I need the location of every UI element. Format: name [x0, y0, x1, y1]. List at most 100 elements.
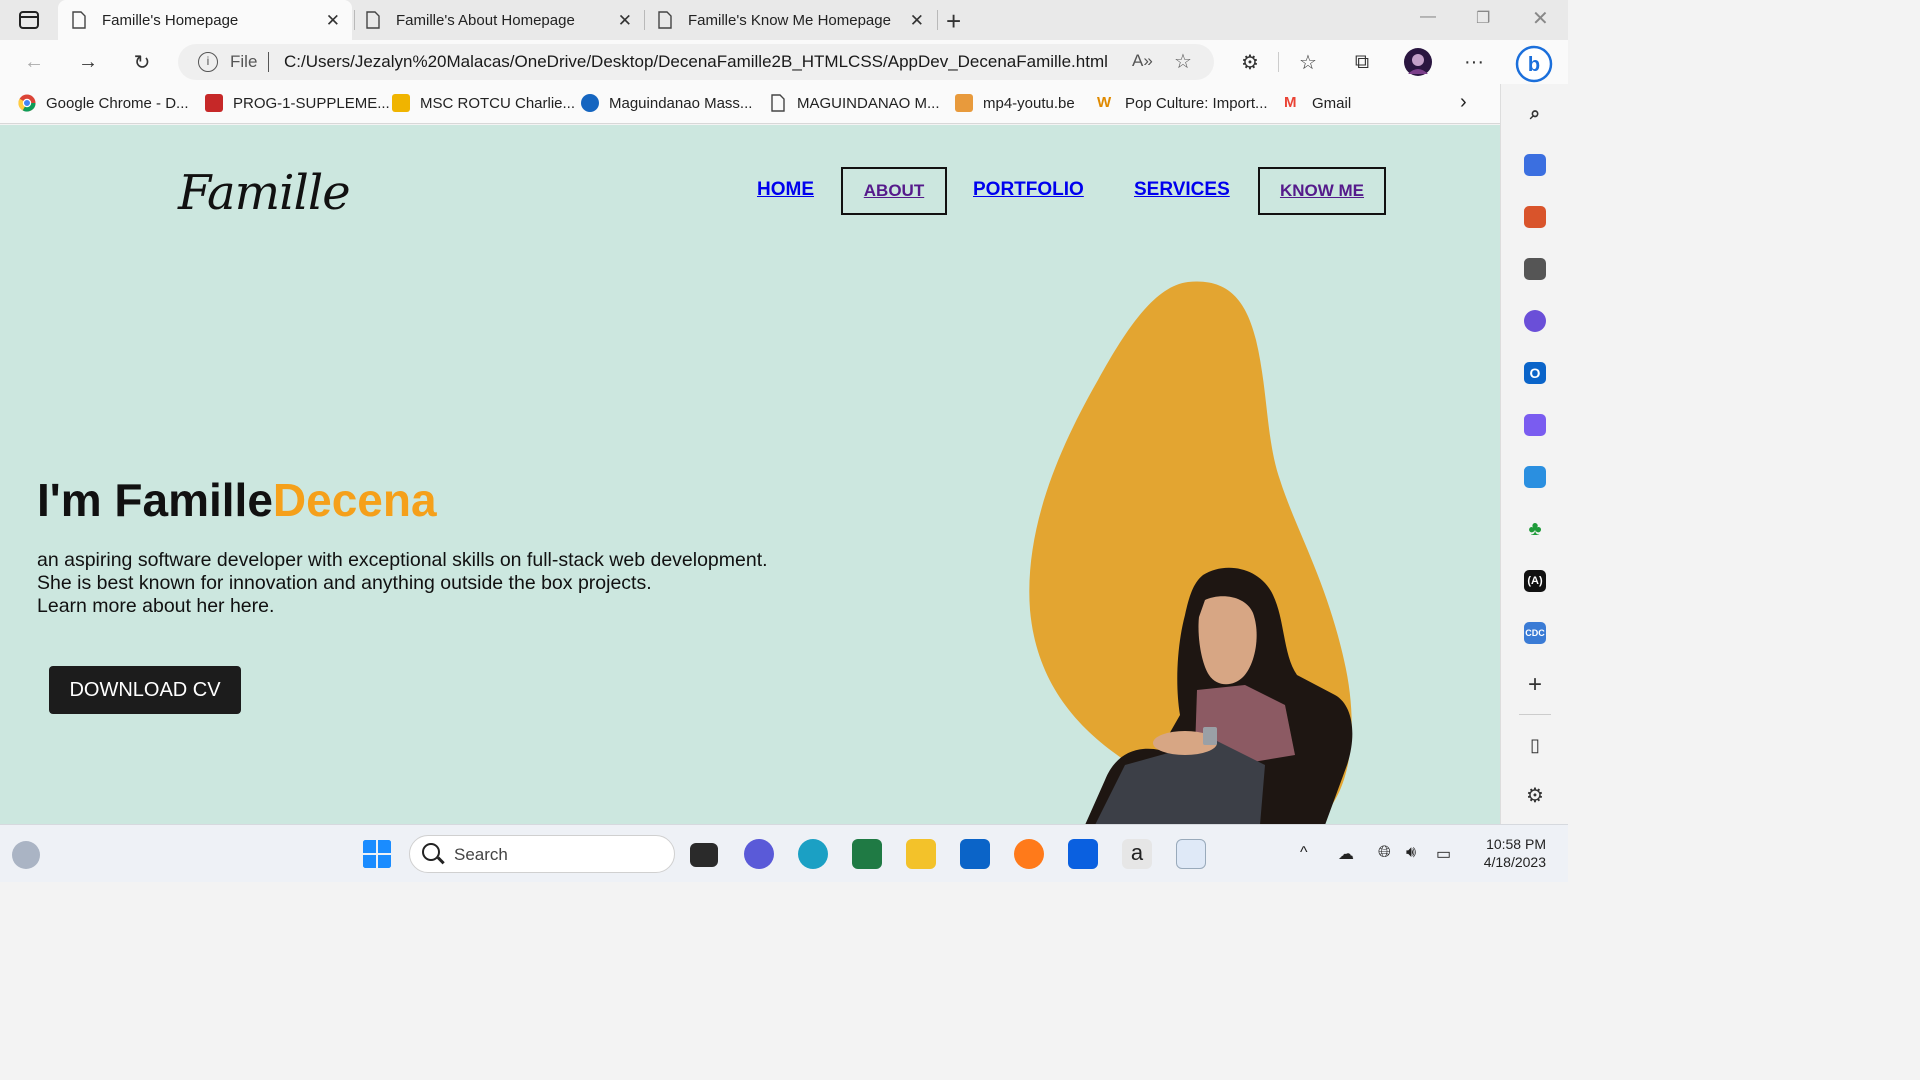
profile-avatar[interactable]	[1404, 48, 1432, 76]
bookmark-item[interactable]: Google Chrome - D...	[18, 94, 189, 112]
windows-taskbar: Search a ^ ☁ 🌐︎ 🔊︎ ▭ 10:58 PM 4/18/2023	[0, 824, 1568, 882]
bookmark-item[interactable]: W Pop Culture: Import...	[1097, 94, 1268, 112]
show-hidden-icons-chevron-icon[interactable]: ^	[1300, 844, 1308, 862]
close-window-button[interactable]: ✕	[1532, 6, 1549, 31]
bookmark-item[interactable]: mp4-youtu.be	[955, 94, 1075, 112]
tab-actions-icon	[19, 11, 39, 29]
taskbar-search-input[interactable]: Search	[409, 835, 675, 873]
onedrive-cloud-icon[interactable]: ☁	[1338, 844, 1354, 864]
new-tab-button[interactable]: +	[946, 6, 961, 37]
firefox-icon[interactable]	[1014, 839, 1044, 869]
windows-start-icon[interactable]	[362, 839, 392, 869]
scheme-label: File	[230, 52, 258, 71]
system-clock[interactable]: 10:58 PM 4/18/2023	[1470, 835, 1546, 871]
snipping-tool-icon[interactable]	[1176, 839, 1206, 869]
tab-actions-button[interactable]	[10, 7, 48, 33]
close-tab-icon[interactable]: ✕	[326, 11, 340, 31]
bookmark-item[interactable]: PROG-1-SUPPLEME...	[205, 94, 390, 112]
site-logo[interactable]: Famille	[178, 165, 351, 221]
shopping-tag-icon[interactable]	[1524, 154, 1546, 176]
excel-icon[interactable]	[852, 839, 882, 869]
amazon-icon[interactable]: a	[1122, 839, 1152, 869]
nav-know-me-link[interactable]: KNOW ME	[1258, 167, 1386, 215]
forward-button[interactable]: →	[74, 48, 102, 76]
bookmark-item[interactable]: M Gmail	[1284, 94, 1351, 112]
games-icon[interactable]	[1524, 258, 1546, 280]
download-cv-button[interactable]: DOWNLOAD CV	[49, 666, 241, 714]
back-button[interactable]: ←	[20, 48, 48, 76]
tab-homepage[interactable]: Famille's Homepage ✕	[58, 0, 352, 40]
hero-title: I'm FamilleDecena	[37, 473, 437, 527]
network-globe-icon[interactable]: 🌐︎	[1378, 844, 1391, 862]
nav-services-link[interactable]: SERVICES	[1134, 179, 1230, 201]
info-icon[interactable]: i	[198, 52, 218, 72]
file-explorer-icon[interactable]	[906, 839, 936, 869]
classroom-icon	[392, 94, 410, 112]
designer-icon[interactable]	[1524, 414, 1546, 436]
svg-text:b: b	[1528, 54, 1540, 76]
task-view-icon[interactable]	[690, 843, 718, 867]
nav-portfolio-link[interactable]: PORTFOLIO	[973, 179, 1084, 201]
search-icon-handle	[437, 856, 445, 864]
tab-know-me-homepage[interactable]: Famille's Know Me Homepage ✕	[644, 0, 936, 40]
microsoft-store-icon[interactable]	[960, 839, 990, 869]
bing-copilot-icon[interactable]: b	[1514, 44, 1554, 84]
close-tab-icon[interactable]: ✕	[910, 11, 924, 31]
tree-icon[interactable]: ♣	[1524, 518, 1546, 540]
edge-browser-icon[interactable]	[798, 839, 828, 869]
tab-title: Famille's Homepage	[102, 11, 239, 29]
profile-photo	[1085, 567, 1353, 824]
favorites-icon[interactable]: ☆	[1294, 48, 1322, 76]
dropbox-icon[interactable]	[1068, 839, 1098, 869]
send-icon[interactable]	[1524, 466, 1546, 488]
weather-widget-icon[interactable]	[12, 841, 40, 869]
extensions-icon[interactable]: ⚙	[1236, 48, 1264, 76]
nav-home-link[interactable]: HOME	[757, 179, 814, 201]
more-bookmarks-chevron-icon[interactable]: ›	[1460, 91, 1467, 114]
toolbar-divider	[1278, 52, 1279, 72]
bookmark-label: MAGUINDANAO M...	[797, 94, 940, 112]
code-icon[interactable]: (A)	[1524, 570, 1546, 592]
refresh-button[interactable]: ↻	[128, 48, 156, 76]
bookmark-item[interactable]: MSC ROTCU Charlie...	[392, 94, 575, 112]
bookmark-label: mp4-youtu.be	[983, 94, 1075, 112]
page-icon	[72, 11, 86, 29]
tools-briefcase-icon[interactable]	[1524, 206, 1546, 228]
gmail-icon: M	[1284, 94, 1297, 111]
chrome-icon	[18, 94, 36, 112]
search-icon[interactable]: ⌕	[1524, 102, 1546, 124]
edge-sidebar: ⌕ O ♣ (A) CDC + ▯ ⚙	[1500, 84, 1568, 824]
tab-about-homepage[interactable]: Famille's About Homepage ✕	[352, 0, 644, 40]
add-favorite-icon[interactable]: ☆	[1174, 49, 1192, 74]
web-page: Famille HOME ABOUT PORTFOLIO SERVICES KN…	[0, 125, 1500, 824]
hero-title-surname: Decena	[272, 474, 437, 526]
outlook-icon[interactable]: O	[1524, 362, 1546, 384]
split-screen-icon[interactable]: ▯	[1524, 734, 1546, 756]
cdc-icon[interactable]: CDC	[1524, 622, 1546, 644]
add-icon[interactable]: +	[1524, 671, 1546, 698]
url-text[interactable]: C:/Users/Jezalyn%20Malacas/OneDrive/Desk…	[284, 52, 1108, 72]
bookmark-label: PROG-1-SUPPLEME...	[233, 94, 390, 112]
microsoft-365-icon[interactable]	[1524, 310, 1546, 332]
bookmark-item[interactable]: MAGUINDANAO M...	[769, 94, 940, 112]
address-bar[interactable]: i File C:/Users/Jezalyn%20Malacas/OneDri…	[178, 44, 1214, 80]
collections-icon[interactable]: ⧉	[1348, 48, 1376, 76]
close-tab-icon[interactable]: ✕	[618, 11, 632, 31]
clock-time: 10:58 PM	[1486, 836, 1546, 852]
wikipedia-icon: W	[1097, 94, 1112, 111]
restore-button[interactable]: ❐	[1476, 8, 1490, 28]
volume-icon[interactable]: 🔊︎	[1406, 844, 1416, 862]
settings-gear-icon[interactable]: ⚙	[1524, 784, 1546, 807]
chat-icon[interactable]	[744, 839, 774, 869]
read-aloud-icon[interactable]: A»	[1132, 51, 1153, 71]
more-menu-icon[interactable]: ···	[1460, 48, 1488, 76]
news-site-icon	[581, 94, 599, 112]
battery-icon[interactable]: ▭	[1436, 844, 1451, 864]
minimize-button[interactable]: —	[1420, 8, 1436, 26]
nav-about-link[interactable]: ABOUT	[841, 167, 947, 215]
pdf-icon	[205, 94, 223, 112]
hero-description: an aspiring software developer with exce…	[37, 549, 768, 618]
bookmark-item[interactable]: Maguindanao Mass...	[581, 94, 752, 112]
page-icon	[658, 11, 672, 29]
sidebar-divider	[1519, 714, 1551, 715]
